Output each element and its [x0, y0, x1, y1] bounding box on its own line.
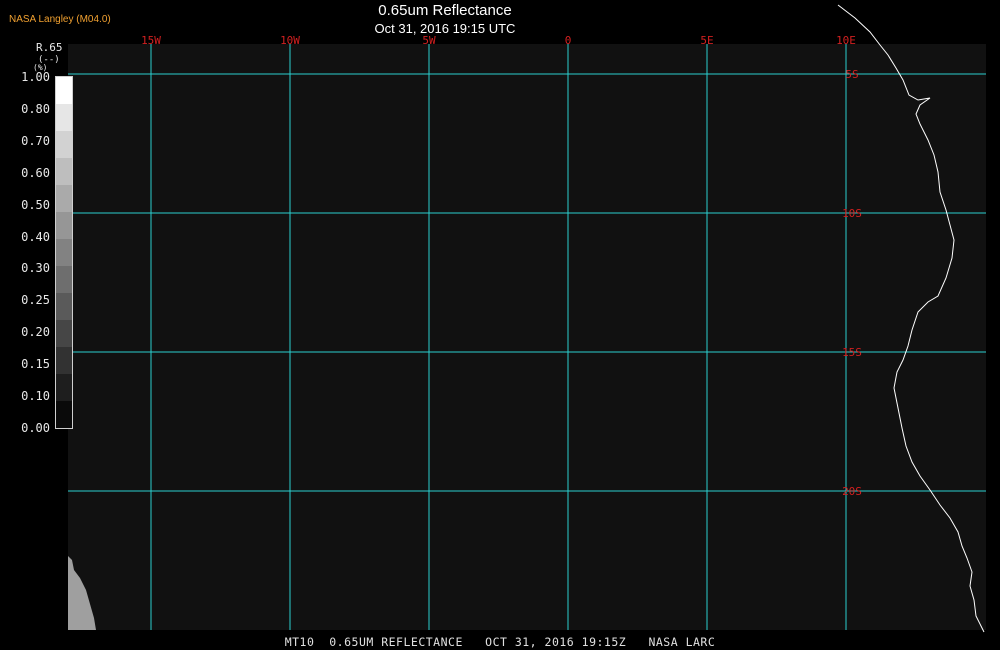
colorbar-segment [56, 185, 72, 212]
satellite-map: 15W 10W 5W 0 5E 10E5S10S15S20S [68, 4, 986, 633]
colorbar-tick-label: 0.00 [21, 420, 50, 435]
colorbar-segment [56, 212, 72, 239]
colorbar-segment [56, 401, 72, 428]
latitude-label: 5S [845, 68, 858, 81]
legend-variable: R.65 [36, 41, 63, 54]
colorbar-segment [56, 266, 72, 293]
colorbar-segment [56, 293, 72, 320]
colorbar-tick-label: 0.70 [21, 133, 50, 148]
map-background [68, 44, 986, 630]
colorbar-segment [56, 374, 72, 401]
colorbar-tick-label: 0.60 [21, 165, 50, 180]
colorbar-tick-label: 0.10 [21, 389, 50, 403]
product-title: 0.65um Reflectance [378, 2, 512, 19]
latitude-label: 20S [842, 485, 862, 498]
colorbar [55, 76, 73, 429]
colorbar-segment [56, 239, 72, 266]
colorbar-segment [56, 320, 72, 347]
colorbar-tick-label: 0.25 [21, 293, 50, 308]
product-timestamp: Oct 31, 2016 19:15 UTC [374, 21, 516, 36]
colorbar-tick-label: 0.15 [21, 357, 50, 372]
colorbar-tick-label: 0.50 [21, 197, 50, 212]
colorbar-tick-label: 0.40 [21, 229, 50, 244]
colorbar-tick-label: 0.30 [21, 261, 50, 276]
bottom-caption: MT10 0.65UM REFLECTANCE OCT 31, 2016 19:… [284, 635, 716, 649]
latitude-label: 15S [842, 346, 862, 359]
colorbar-tick-label: 0.20 [21, 325, 50, 340]
colorbar-tick-label: 0.80 [21, 101, 50, 116]
colorbar-segment [56, 131, 72, 158]
colorbar-tick-label: 1.00 [21, 70, 50, 84]
colorbar-segment [56, 77, 72, 104]
colorbar-segment [56, 158, 72, 185]
colorbar-segment [56, 104, 72, 131]
colorbar-segment [56, 347, 72, 374]
latitude-label: 10S [842, 207, 862, 220]
